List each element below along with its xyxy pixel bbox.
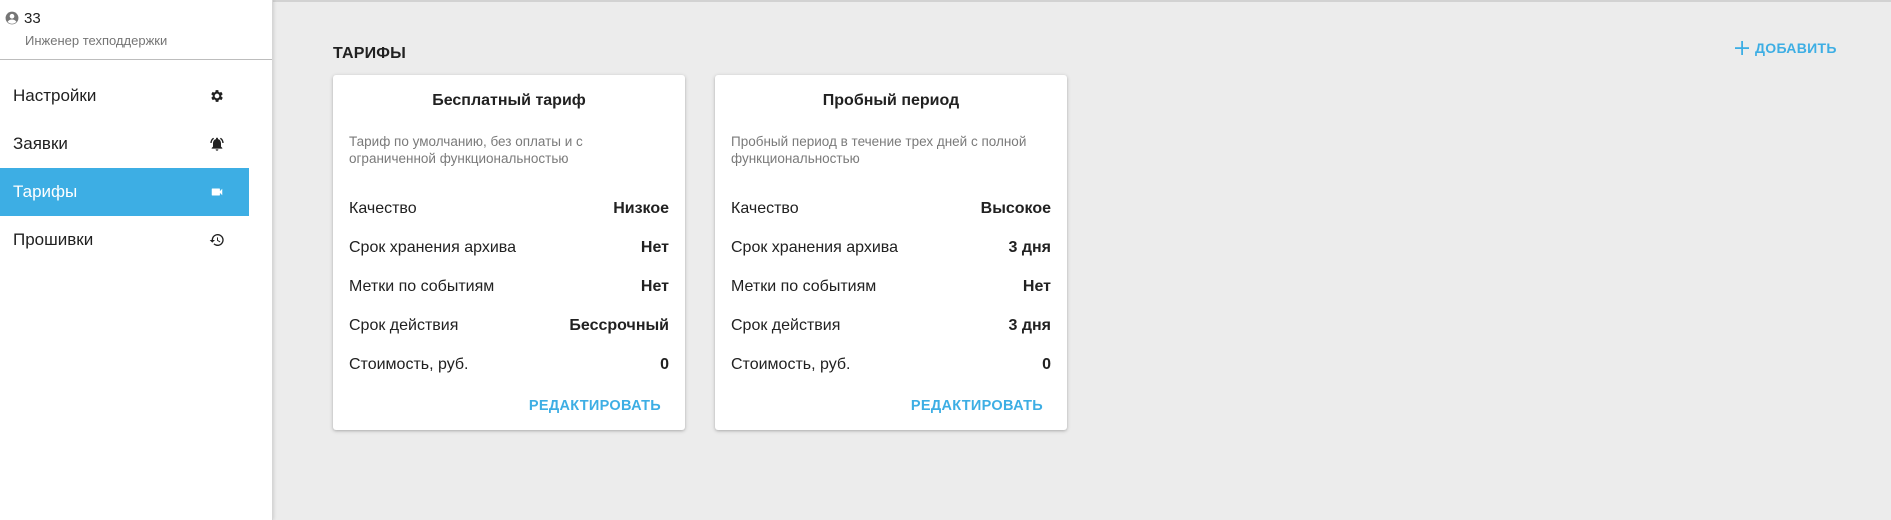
spec-label: Срок хранения архива — [731, 238, 898, 256]
spec-row-validity: Срок действия Бессрочный — [349, 306, 669, 345]
tariff-cards: Бесплатный тариф Тариф по умолчанию, без… — [333, 75, 1067, 430]
spec-value: Нет — [640, 238, 669, 256]
spec-row-event-marks: Метки по событиям Нет — [349, 267, 669, 306]
history-icon — [209, 232, 225, 248]
app-root: 33 Инженер техподдержки Настройки Заявки — [0, 0, 1891, 520]
spec-row-archive: Срок хранения архива 3 дня — [731, 228, 1051, 267]
add-button-label: ДОБАВИТЬ — [1755, 40, 1837, 56]
spec-label: Метки по событиям — [731, 277, 877, 295]
tariff-description: Пробный период в течение трех дней с пол… — [731, 134, 1027, 166]
edit-tariff-button[interactable]: РЕДАКТИРОВАТЬ — [911, 398, 1043, 414]
user-row: 33 — [5, 9, 272, 27]
edit-tariff-button[interactable]: РЕДАКТИРОВАТЬ — [529, 398, 661, 414]
tariff-title: Пробный период — [822, 92, 960, 109]
user-name: 33 — [24, 9, 41, 27]
spec-row-quality: Качество Высокое — [731, 189, 1051, 228]
sidebar-item-firmware[interactable]: Прошивки — [0, 216, 249, 264]
sidebar: 33 Инженер техподдержки Настройки Заявки — [0, 0, 273, 520]
page-title: ТАРИФЫ — [333, 45, 407, 62]
spec-row-quality: Качество Низкое — [349, 189, 669, 228]
sidebar-item-label: Тарифы — [13, 182, 78, 201]
spec-value: 0 — [660, 355, 669, 373]
tariff-card-free: Бесплатный тариф Тариф по умолчанию, без… — [333, 75, 685, 430]
spec-row-price: Стоимость, руб. 0 — [731, 345, 1051, 384]
user-role: Инженер техподдержки — [25, 33, 168, 48]
spec-row-event-marks: Метки по событиям Нет — [731, 267, 1051, 306]
spec-label: Срок действия — [349, 316, 459, 334]
account-circle-icon — [5, 11, 19, 25]
spec-value: 3 дня — [1008, 316, 1052, 334]
spec-value: Низкое — [613, 199, 669, 217]
plus-icon — [1735, 41, 1749, 55]
sidebar-item-requests[interactable]: Заявки — [0, 120, 249, 168]
spec-value: Нет — [640, 277, 669, 295]
bell-alert-icon — [209, 136, 225, 152]
tariff-specs: Качество Высокое Срок хранения архива 3 … — [715, 189, 1067, 384]
spec-value: Бессрочный — [569, 316, 669, 334]
sidebar-item-label: Настройки — [13, 86, 97, 105]
sidebar-item-label: Прошивки — [13, 230, 94, 249]
spec-label: Качество — [731, 199, 799, 217]
tariff-title: Бесплатный тариф — [432, 92, 586, 109]
spec-value: 3 дня — [1008, 238, 1052, 256]
main-content: ТАРИФЫ ДОБАВИТЬ Бесплатный тариф Тариф п… — [273, 0, 1891, 520]
spec-label: Стоимость, руб. — [349, 355, 469, 373]
spec-row-price: Стоимость, руб. 0 — [349, 345, 669, 384]
spec-label: Срок хранения архива — [349, 238, 516, 256]
spec-value: Нет — [1022, 277, 1051, 295]
spec-value: 0 — [1042, 355, 1051, 373]
sidebar-item-tariffs[interactable]: Тарифы — [0, 168, 249, 216]
tariff-description: Тариф по умолчанию, без оплаты и с огран… — [349, 134, 583, 166]
spec-label: Стоимость, руб. — [731, 355, 851, 373]
tariff-card-trial: Пробный период Пробный период в течение … — [715, 75, 1067, 430]
spec-row-validity: Срок действия 3 дня — [731, 306, 1051, 345]
top-divider — [273, 0, 1891, 2]
sidebar-item-settings[interactable]: Настройки — [0, 72, 249, 120]
video-camera-icon — [209, 184, 225, 200]
spec-label: Метки по событиям — [349, 277, 495, 295]
spec-row-archive: Срок хранения архива Нет — [349, 228, 669, 267]
user-profile[interactable]: 33 Инженер техподдержки — [0, 0, 272, 60]
spec-label: Срок действия — [731, 316, 841, 334]
tariff-specs: Качество Низкое Срок хранения архива Нет… — [333, 189, 685, 384]
gear-icon — [209, 88, 225, 104]
sidebar-item-label: Заявки — [13, 134, 68, 153]
sidebar-nav: Настройки Заявки Тарифы Прошивки — [0, 60, 272, 264]
spec-label: Качество — [349, 199, 417, 217]
add-tariff-button[interactable]: ДОБАВИТЬ — [1735, 40, 1837, 56]
spec-value: Высокое — [980, 199, 1051, 217]
